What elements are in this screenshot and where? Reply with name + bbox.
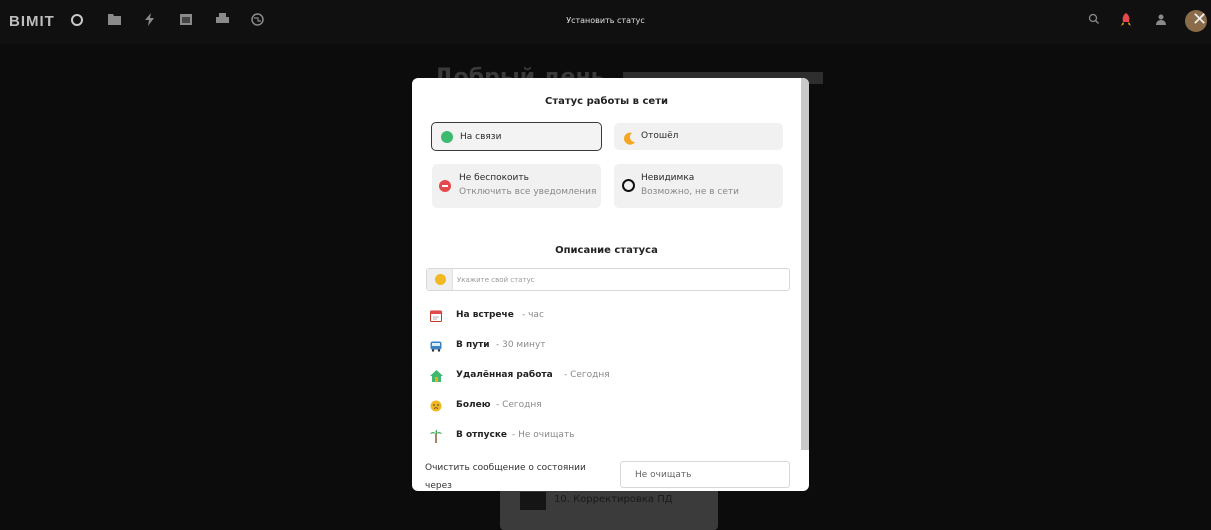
status-option-dnd[interactable]: Не беспокоить Отключить все уведомления (432, 164, 601, 208)
online-status-heading: Статус работы в сети (544, 96, 668, 107)
top-bar: BIMIT Установить статус ✕ (0, 0, 1211, 44)
preset-item-meeting[interactable]: На встрече - час (430, 308, 730, 324)
ring-icon (622, 179, 635, 192)
set-status-modal: Статус работы в сети На связи Отошёл Не … (412, 78, 809, 491)
smiley-icon (435, 274, 446, 285)
search-icon[interactable] (1088, 13, 1100, 29)
status-option-subtitle: Отключить все уведомления (459, 187, 597, 197)
modal-scrollbar[interactable] (801, 78, 809, 450)
preset-duration: - 30 минут (496, 340, 546, 350)
preset-name: В пути (456, 340, 490, 350)
preset-name: Удалённая работа (456, 370, 553, 380)
status-input[interactable] (457, 271, 777, 288)
emoji-picker-button[interactable] (427, 269, 453, 290)
moon-icon (623, 130, 636, 149)
calendar-icon (430, 310, 442, 322)
status-option-subtitle: Возможно, не в сети (641, 187, 740, 197)
status-description-heading: Описание статуса (555, 245, 658, 256)
bus-icon (430, 340, 442, 352)
clear-after-select[interactable]: Не очищать (620, 461, 790, 488)
status-option-label: Не беспокоить (459, 173, 529, 183)
preset-item-remote[interactable]: Удалённая работа - Сегодня (430, 368, 730, 384)
green-dot-icon (441, 131, 453, 143)
status-option-label: Отошёл (641, 131, 679, 141)
status-option-label: Невидимка (641, 173, 695, 183)
rocket-icon[interactable] (1120, 13, 1132, 29)
clear-after-label: Очистить сообщение о состоянии через (425, 463, 586, 491)
preset-duration: - Сегодня (564, 370, 610, 380)
close-icon[interactable]: ✕ (1192, 9, 1207, 30)
background-card-text: 10. Корректировка ПД (554, 494, 673, 505)
clear-after-value: Не очищать (635, 470, 692, 480)
sick-face-icon (430, 400, 442, 412)
palm-tree-icon (430, 430, 442, 443)
preset-name: На встрече (456, 310, 514, 320)
preset-item-commuting[interactable]: В пути - 30 минут (430, 338, 730, 354)
status-option-away[interactable]: Отошёл (614, 123, 783, 150)
preset-name: В отпуске (456, 430, 508, 440)
preset-duration: - Не очищать (512, 430, 575, 440)
preset-name: Болею (456, 400, 491, 410)
contacts-icon[interactable] (1155, 13, 1168, 29)
minus-circle-icon (439, 180, 451, 192)
status-option-label: На связи (460, 132, 502, 142)
status-option-online[interactable]: На связи (431, 122, 602, 151)
preset-duration: - час (522, 310, 544, 320)
window-title: Установить статус (566, 16, 645, 25)
house-icon (430, 370, 443, 382)
preset-item-vacation[interactable]: В отпуске - Не очищать (430, 428, 730, 444)
status-text-field (426, 268, 790, 291)
preset-item-sick[interactable]: Болею - Сегодня (430, 398, 730, 414)
status-option-invisible[interactable]: Невидимка Возможно, не в сети (614, 164, 783, 208)
preset-duration: - Сегодня (496, 400, 542, 410)
